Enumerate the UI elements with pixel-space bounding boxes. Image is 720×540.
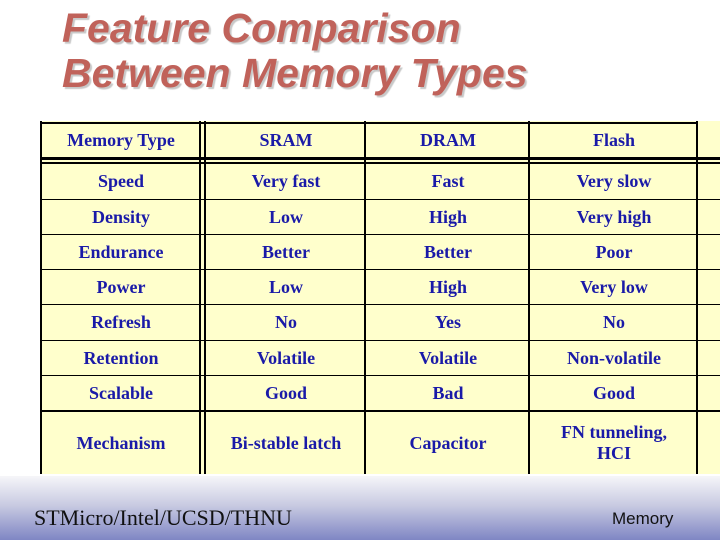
table-cell: No xyxy=(275,312,297,332)
footer-source: STMicro/Intel/UCSD/THNU xyxy=(34,505,292,530)
table-cell: Non-volatile xyxy=(567,347,661,368)
table-row-label: Retention xyxy=(83,347,159,368)
table-row-label: Density xyxy=(92,206,150,227)
table-cell: Volatile xyxy=(256,347,316,368)
table-cell: Good xyxy=(264,382,307,403)
table-cell: Fast xyxy=(431,171,465,191)
table-cell: Very fast xyxy=(251,171,321,191)
table-cell: Low xyxy=(268,276,303,297)
table-cell: Volatile xyxy=(418,347,478,368)
table-cell: Better xyxy=(424,241,472,262)
table-cell: Very slow xyxy=(576,171,652,191)
table-cell: Better xyxy=(262,241,310,262)
table-row-label: Mechanism xyxy=(76,432,166,453)
table-column-divider xyxy=(204,121,206,474)
table-cell: Bad xyxy=(432,382,464,403)
table-cell: Bi-stable latch xyxy=(230,432,342,453)
table-cell: Very high xyxy=(576,206,652,227)
footer-topic: Memory xyxy=(612,509,674,528)
table-header-bottom-border xyxy=(40,157,720,160)
table-cell: No xyxy=(603,312,625,332)
title-line-1: Feature Comparison xyxy=(62,5,461,51)
table-cell: FN tunneling, HCI xyxy=(560,422,668,463)
table-cell: High xyxy=(428,206,467,227)
table-header-cell: Flash xyxy=(592,129,635,150)
table-row-label: Scalable xyxy=(88,382,153,403)
table-cell: Low xyxy=(268,206,303,227)
table-row-label: Endurance xyxy=(78,241,164,262)
table-row-label: Speed xyxy=(97,171,144,191)
table-row-label: Refresh xyxy=(91,312,151,332)
table-header-cell: SRAM xyxy=(259,129,313,150)
table-cell: Poor xyxy=(595,241,633,262)
table-cell: High xyxy=(428,276,467,297)
table-header-cell: Memory Type xyxy=(67,129,175,150)
comparison-table: Memory Type SRAM DRAM Flash Speed Very fast Fa… xyxy=(40,121,720,474)
table-row-label: Power xyxy=(96,276,146,297)
table-cell: Capacitor xyxy=(409,432,487,453)
table-cell: Very low xyxy=(580,276,648,297)
table-header-cell: DRAM xyxy=(420,129,476,150)
title-line-2: Between Memory Types xyxy=(62,50,528,96)
table-cell: Good xyxy=(592,382,635,403)
table-cell: Yes xyxy=(435,312,461,332)
slide-title: Feature Comparison Between Memory Types xyxy=(62,6,528,96)
